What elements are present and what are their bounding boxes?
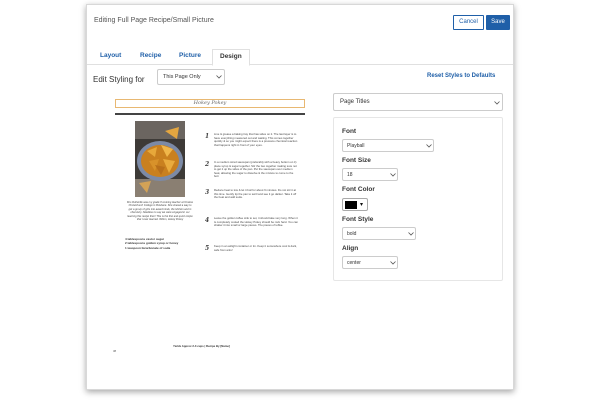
page-number: 38 [113, 349, 117, 353]
edit-recipe-modal: Editing Full Page Recipe/Small Picture C… [86, 4, 514, 390]
font-label: Font [342, 128, 357, 135]
chevron-down-icon [426, 144, 432, 148]
font-style-select[interactable]: bold [342, 227, 416, 240]
font-size-label: Font Size [342, 157, 371, 164]
color-swatch [345, 201, 357, 209]
chevron-down-icon [408, 232, 414, 236]
preview-title-rule [115, 113, 305, 115]
font-value: Playball [347, 143, 365, 149]
align-label: Align [342, 245, 359, 252]
step-number: 4 [205, 217, 210, 224]
style-properties-panel: Font Playball Font Size 18 Font Color ▾ … [333, 117, 503, 281]
font-style-value: bold [347, 231, 357, 237]
recipe-photo-image [135, 121, 185, 197]
align-select[interactable]: center [342, 256, 398, 269]
font-size-value: 18 [347, 172, 353, 178]
recipe-footer: Yields Approx 2-3 cups | Recipe By [Name… [173, 344, 230, 348]
chevron-down-icon [216, 75, 222, 79]
cancel-button[interactable]: Cancel [453, 15, 484, 30]
method-steps: 1 Line & grease a baking tray that has s… [205, 132, 301, 273]
caret-down-icon: ▾ [360, 202, 364, 208]
tab-design[interactable]: Design [212, 49, 250, 66]
recipe-description: Mrs Rutherfie was my grade 8 cooking tea… [127, 201, 193, 222]
font-color-picker[interactable]: ▾ [342, 198, 368, 211]
step-text: Reduce heat to low & let it boil for abo… [214, 188, 297, 200]
method-step: 2 In a medium sized saucepan (preferably… [205, 160, 301, 189]
modal-header: Editing Full Page Recipe/Small Picture C… [87, 5, 513, 39]
method-step: 1 Line & grease a baking tray that has s… [205, 132, 301, 161]
chevron-down-icon [390, 173, 396, 177]
step-text: Keep in an airtight container or tin. Ke… [214, 244, 297, 252]
font-style-label: Font Style [342, 216, 374, 223]
modal-title: Editing Full Page Recipe/Small Picture [94, 17, 214, 24]
step-number: 2 [205, 161, 210, 168]
styling-scope-select[interactable]: This Page Only [157, 69, 225, 85]
preview-page-title[interactable]: Hokey Pokey [115, 99, 305, 108]
save-button[interactable]: Save [486, 15, 510, 30]
reset-styles-link[interactable]: Reset Styles to Defaults [427, 73, 495, 79]
method-step: 5 Keep in an airtight container or tin. … [205, 244, 301, 273]
chevron-down-icon [390, 261, 396, 265]
style-section-value: Page Titles [340, 99, 370, 105]
page-preview: Hokey Pokey Mrs Rutherfie was my grade 8… [111, 99, 307, 361]
step-number: 3 [205, 189, 210, 196]
edit-styling-label: Edit Styling for [93, 75, 145, 84]
step-text: Line & grease a baking tray that has sid… [214, 132, 298, 147]
tab-bar: Layout Recipe Picture Design [87, 49, 513, 66]
font-select[interactable]: Playball [342, 139, 434, 152]
step-text: In a medium sized saucepan (preferably w… [214, 160, 297, 179]
step-number: 1 [205, 133, 210, 140]
tab-layout[interactable]: Layout [100, 52, 121, 59]
recipe-photo [135, 121, 185, 197]
align-value: center [347, 260, 361, 266]
method-step: 3 Reduce heat to low & let it boil for a… [205, 188, 301, 217]
tab-picture[interactable]: Picture [179, 52, 201, 59]
styling-scope-value: This Page Only [163, 74, 201, 80]
chevron-down-icon [494, 101, 500, 105]
ingredient-item: 1 teaspoon bicarbonate of soda [125, 245, 171, 250]
step-number: 5 [205, 245, 210, 252]
font-color-label: Font Color [342, 186, 375, 193]
tab-recipe[interactable]: Recipe [140, 52, 161, 59]
style-section-select[interactable]: Page Titles [333, 93, 503, 111]
step-text: Leave the golden toffee sink to set, it … [214, 216, 298, 228]
method-step: 4 Leave the golden toffee sink to set, i… [205, 216, 301, 245]
ingredient-list: 4 tablespoons castor sugar 2 tablespoons… [125, 237, 205, 250]
font-size-select[interactable]: 18 [342, 168, 398, 181]
